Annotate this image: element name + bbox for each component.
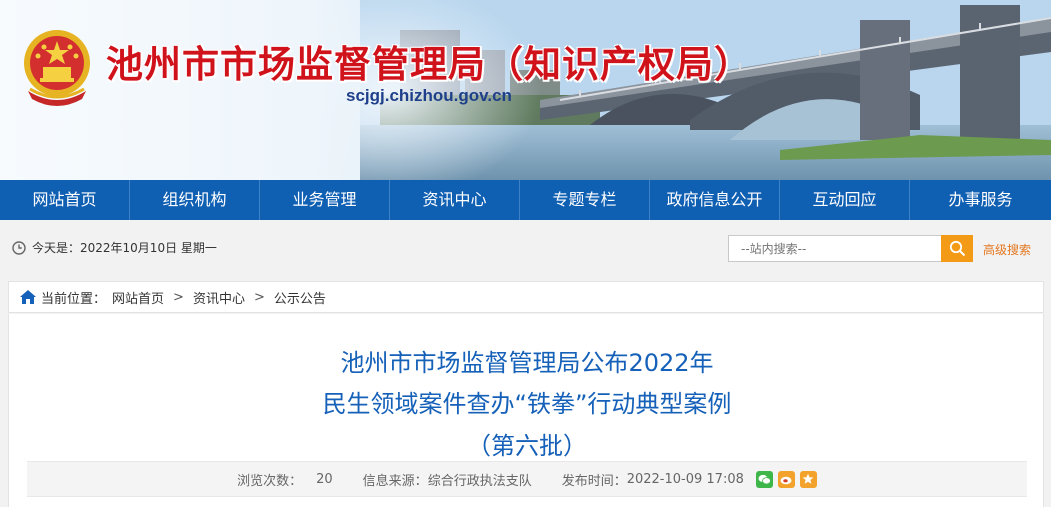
search-icon (949, 240, 965, 257)
wechat-icon (758, 474, 771, 484)
clock-icon (12, 240, 26, 255)
time-value: 2022-10-09 17:08 (626, 471, 744, 487)
nav-item-news-center[interactable]: 资讯中心 (390, 180, 520, 220)
article-title-line2: 民生领域案件查办“铁拳”行动典型案例 (322, 390, 732, 418)
main-nav: 网站首页 组织机构 业务管理 资讯中心 专题专栏 政府信息公开 互动回应 办事服… (0, 180, 1051, 220)
time-label: 发布时间： (561, 473, 627, 489)
share-buttons (755, 470, 817, 488)
search-input[interactable] (728, 235, 942, 262)
source-label: 信息来源： (362, 473, 428, 489)
views-count: 20 (316, 471, 333, 487)
nav-item-business[interactable]: 业务管理 (260, 180, 390, 220)
breadcrumb-label: 当前位置： (41, 291, 107, 307)
source-value: 综合行政执法支队 (427, 473, 532, 489)
advanced-search-link[interactable]: 高级搜索 (983, 241, 1031, 258)
search-button[interactable] (941, 235, 973, 262)
favorite-icon (803, 473, 814, 484)
breadcrumb: 当前位置： 网站首页 > 资讯中心 > 公示公告 (8, 281, 1044, 313)
breadcrumb-news-center[interactable]: 资讯中心 (193, 288, 245, 307)
header-banner: 池州市市场监督管理局（知识产权局） scjgj.chizhou.gov.cn (0, 0, 1051, 180)
national-emblem-icon (24, 30, 90, 106)
favorite-button[interactable] (799, 470, 817, 488)
home-icon (20, 290, 36, 304)
article-title-line3: （第六批） (467, 432, 587, 460)
site-domain: scjgj.chizhou.gov.cn (346, 86, 512, 105)
views-label: 浏览次数： (237, 473, 303, 489)
article-panel: 池州市市场监督管理局公布2022年 民生领域案件查办“铁拳”行动典型案例 （第六… (8, 314, 1044, 507)
current-date: 今天是：2022年10月10日 星期一 (12, 239, 217, 256)
wechat-share-button[interactable] (755, 470, 773, 488)
breadcrumb-announcements[interactable]: 公示公告 (274, 288, 326, 307)
breadcrumb-separator: > (253, 289, 265, 305)
nav-item-services[interactable]: 办事服务 (910, 180, 1051, 220)
article-title-line1: 池州市市场监督管理局公布2022年 (340, 349, 714, 377)
article-meta: 浏览次数： 20 信息来源： 综合行政执法支队 发布时间： 2022-10-09… (27, 461, 1027, 497)
date-search-bar: 今天是：2022年10月10日 星期一 高级搜索 (0, 220, 1051, 274)
breadcrumb-separator: > (173, 289, 184, 305)
nav-item-topics[interactable]: 专题专栏 (520, 180, 650, 220)
site-title: 池州市市场监督管理局（知识产权局） (106, 43, 752, 86)
breadcrumb-home[interactable]: 网站首页 (112, 288, 164, 307)
nav-item-organization[interactable]: 组织机构 (130, 180, 260, 220)
nav-item-home[interactable]: 网站首页 (0, 180, 130, 220)
nav-item-interaction[interactable]: 互动回应 (780, 180, 910, 220)
date-text: 今天是：2022年10月10日 星期一 (32, 241, 217, 255)
nav-item-gov-info[interactable]: 政府信息公开 (650, 180, 780, 220)
weibo-share-button[interactable] (777, 470, 795, 488)
weibo-icon (780, 476, 792, 484)
